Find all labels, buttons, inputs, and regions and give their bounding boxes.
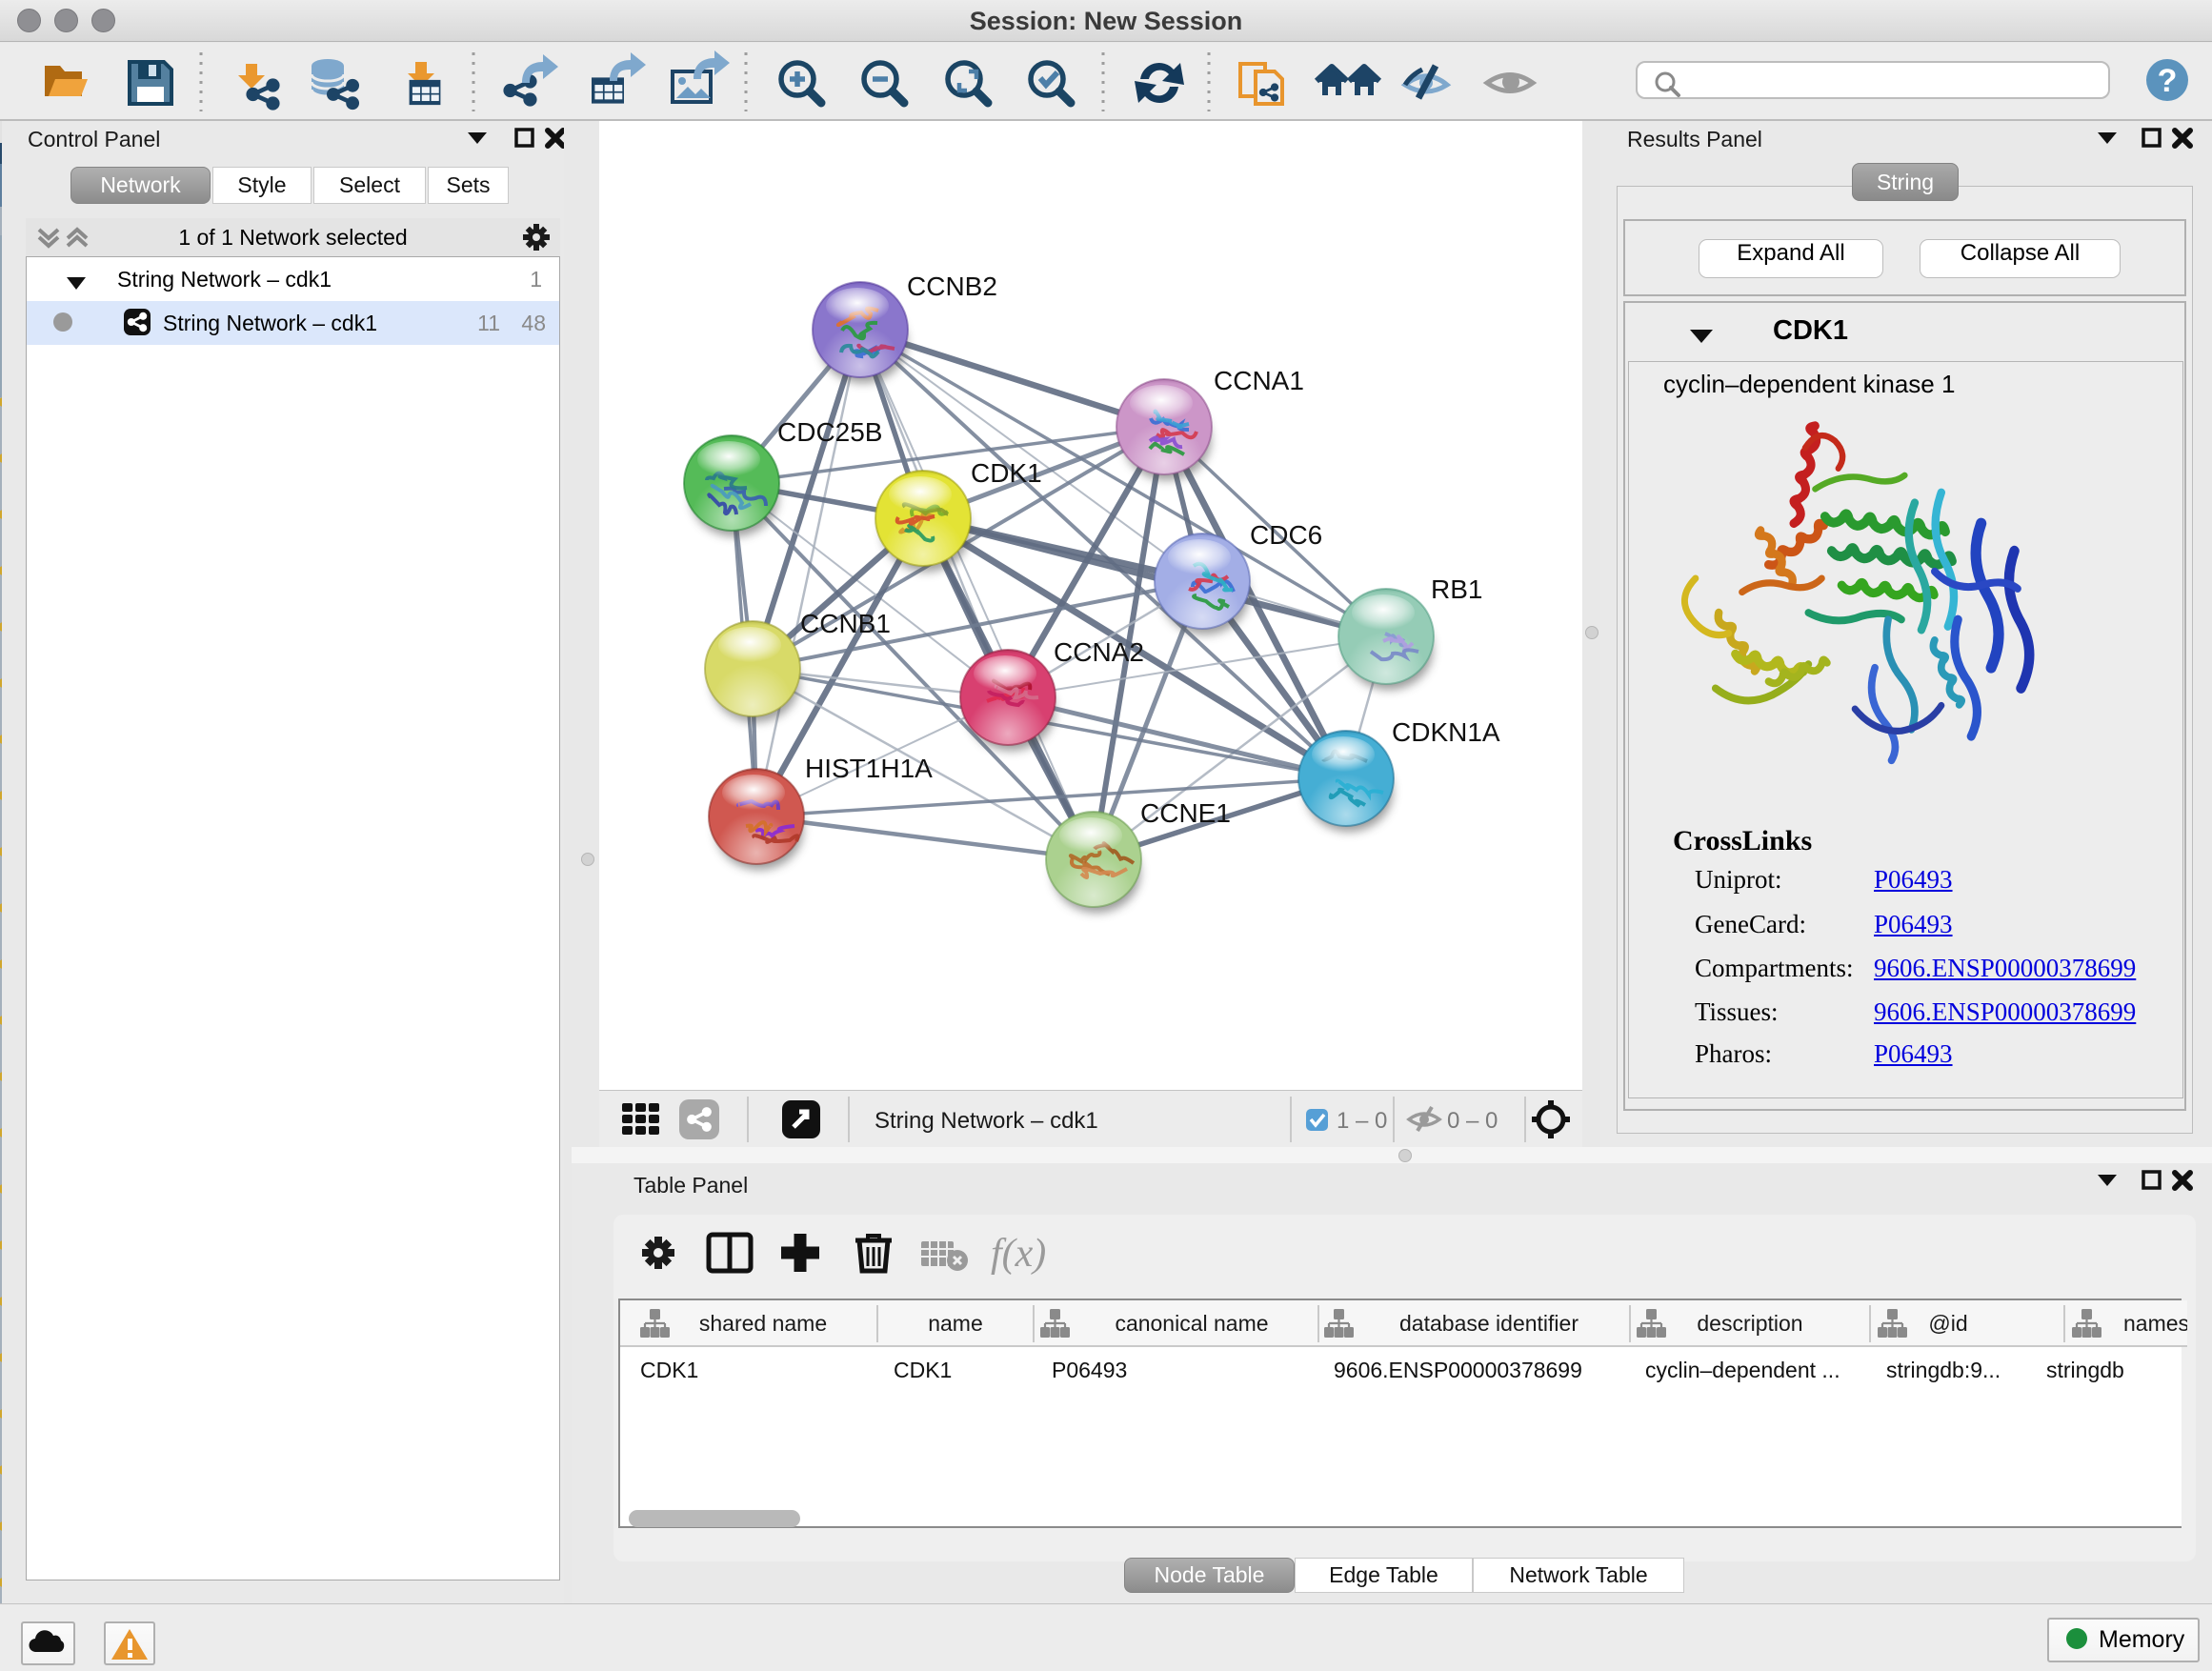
svg-text:canonical name: canonical name <box>1115 1311 1268 1336</box>
svg-text:CCNE1: CCNE1 <box>1140 798 1231 828</box>
svg-text:CDC6: CDC6 <box>1250 520 1322 550</box>
svg-text:stringdb: stringdb <box>2046 1358 2124 1382</box>
svg-text:shared name: shared name <box>699 1311 827 1336</box>
svg-text:0 – 0: 0 – 0 <box>1447 1108 1498 1134</box>
svg-text:P06493: P06493 <box>1052 1358 1127 1382</box>
svg-text:database identifier: database identifier <box>1399 1311 1579 1336</box>
svg-text:String Network – cdk1: String Network – cdk1 <box>875 1108 1098 1134</box>
svg-text:9606.ENSP00000378699: 9606.ENSP00000378699 <box>1334 1358 1582 1382</box>
svg-text:CDKN1A: CDKN1A <box>1392 717 1500 747</box>
svg-text:1 – 0: 1 – 0 <box>1337 1108 1387 1134</box>
svg-text:@id: @id <box>1928 1311 1967 1336</box>
svg-text:CCNB2: CCNB2 <box>907 272 997 301</box>
svg-text:CDK1: CDK1 <box>894 1358 952 1382</box>
svg-text:f(x): f(x) <box>991 1232 1046 1276</box>
svg-text:RB1: RB1 <box>1431 574 1482 604</box>
svg-text:description: description <box>1697 1311 1802 1336</box>
svg-text:cyclin–dependent ...: cyclin–dependent ... <box>1645 1358 1840 1382</box>
svg-text:namespace: namespace <box>2123 1311 2187 1336</box>
svg-text:name: name <box>928 1311 983 1336</box>
svg-text:CDK1: CDK1 <box>640 1358 698 1382</box>
svg-text:CCNB1: CCNB1 <box>800 609 891 638</box>
svg-text:CDC25B: CDC25B <box>777 417 882 447</box>
svg-text:CDK1: CDK1 <box>971 458 1042 488</box>
svg-text:CCNA1: CCNA1 <box>1214 366 1304 395</box>
svg-text:CCNA2: CCNA2 <box>1054 637 1144 667</box>
svg-text:stringdb:9...: stringdb:9... <box>1886 1358 2001 1382</box>
svg-text:HIST1H1A: HIST1H1A <box>805 754 933 783</box>
svg-text:?: ? <box>2158 63 2178 99</box>
